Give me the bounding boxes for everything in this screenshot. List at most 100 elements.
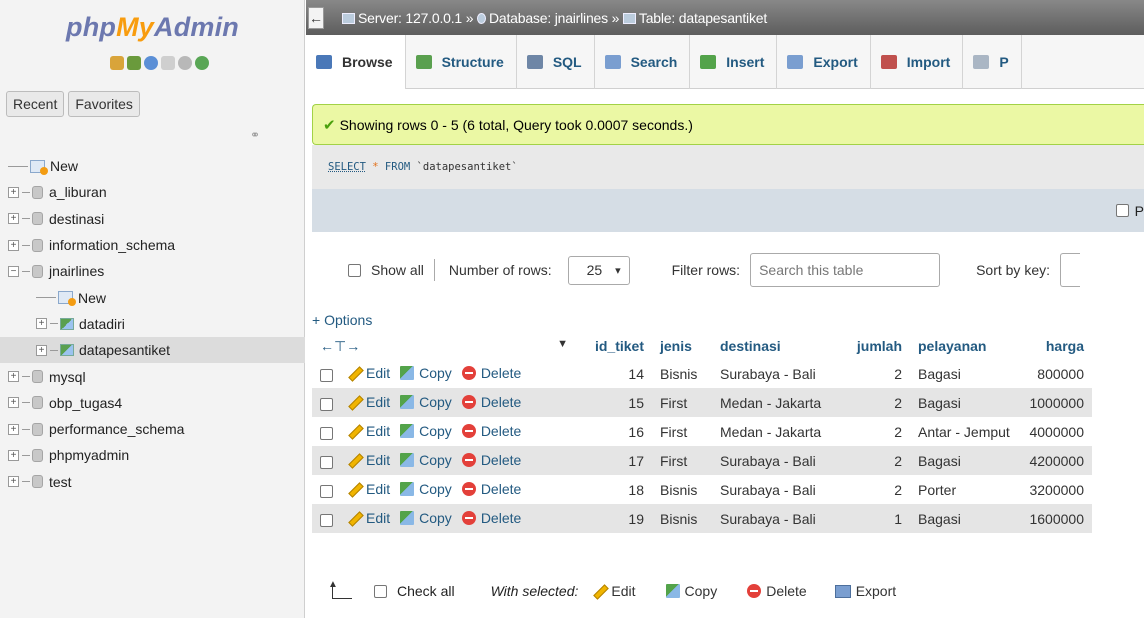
show-all-label[interactable]: Show all — [371, 262, 424, 278]
cell-id-tiket[interactable]: 18 — [576, 475, 652, 504]
expand-icon[interactable]: + — [36, 318, 47, 330]
cell-id-tiket[interactable]: 15 — [576, 388, 652, 417]
collapse-arrow-icon[interactable]: ← — [308, 6, 324, 29]
tree-item[interactable]: New — [0, 284, 305, 310]
check-all-checkbox[interactable] — [374, 584, 387, 598]
reload-icon[interactable] — [195, 56, 209, 70]
cell-id-tiket[interactable]: 16 — [576, 417, 652, 446]
tab-p[interactable]: P — [963, 35, 1022, 89]
row-delete-button[interactable]: Delete — [461, 510, 521, 526]
recent-tab[interactable]: Recent — [6, 91, 65, 117]
tab-export[interactable]: Export — [777, 35, 871, 89]
cell-pelayanan[interactable]: Bagasi — [910, 504, 1020, 533]
column-header-destinasi[interactable]: destinasi — [712, 333, 842, 359]
cell-id-tiket[interactable]: 19 — [576, 504, 652, 533]
cell-pelayanan[interactable]: Bagasi — [910, 388, 1020, 417]
column-header-jenis[interactable]: jenis — [652, 333, 712, 359]
cell-destinasi[interactable]: Surabaya - Bali — [712, 475, 842, 504]
link-icon[interactable]: ⚭ — [250, 128, 260, 142]
tab-search[interactable]: Search — [595, 35, 691, 89]
tree-item[interactable]: + mysql — [0, 363, 305, 389]
row-delete-button[interactable]: Delete — [461, 394, 521, 410]
cell-jenis[interactable]: First — [652, 446, 712, 475]
cell-jenis[interactable]: Bisnis — [652, 504, 712, 533]
column-header-id-tiket[interactable]: id_tiket — [576, 333, 652, 359]
cell-jumlah[interactable]: 2 — [842, 359, 910, 388]
cell-jumlah[interactable]: 2 — [842, 475, 910, 504]
tab-structure[interactable]: Structure — [406, 35, 517, 89]
cell-jumlah[interactable]: 1 — [842, 504, 910, 533]
cell-id-tiket[interactable]: 17 — [576, 446, 652, 475]
logout-icon[interactable] — [127, 56, 141, 70]
tree-item[interactable]: + performance_schema — [0, 416, 305, 442]
collapse-icon[interactable]: − — [8, 265, 19, 277]
row-checkbox[interactable] — [320, 368, 333, 382]
tree-item[interactable]: − jnairlines — [0, 258, 305, 284]
phpmyadmin-logo[interactable]: phpMyAdmin — [0, 12, 305, 43]
tab-sql[interactable]: SQL — [517, 35, 595, 89]
breadcrumb-table[interactable]: Table: datapesantiket — [639, 10, 767, 26]
row-copy-button[interactable]: Copy — [400, 365, 452, 381]
cell-harga[interactable]: 4000000 — [1020, 417, 1092, 446]
cell-destinasi[interactable]: Medan - Jakarta — [712, 388, 842, 417]
row-checkbox[interactable] — [320, 484, 333, 498]
tab-insert[interactable]: Insert — [690, 35, 778, 89]
expand-icon[interactable]: + — [8, 397, 19, 409]
cell-destinasi[interactable]: Surabaya - Bali — [712, 504, 842, 533]
row-edit-button[interactable]: Edit — [345, 481, 390, 497]
row-edit-button[interactable]: Edit — [345, 510, 390, 526]
cell-destinasi[interactable]: Surabaya - Bali — [712, 446, 842, 475]
cell-harga[interactable]: 4200000 — [1020, 446, 1092, 475]
tree-item[interactable]: + a_liburan — [0, 179, 305, 205]
tree-item[interactable]: + information_schema — [0, 232, 305, 258]
tree-item[interactable]: + test — [0, 469, 305, 495]
docs-icon[interactable] — [161, 56, 175, 70]
cell-destinasi[interactable]: Surabaya - Bali — [712, 359, 842, 388]
row-checkbox[interactable] — [320, 397, 333, 411]
expand-icon[interactable]: + — [8, 423, 19, 435]
bulk-edit-button[interactable]: Edit — [590, 583, 635, 599]
row-delete-button[interactable]: Delete — [461, 423, 521, 439]
cell-harga[interactable]: 800000 — [1020, 359, 1092, 388]
row-copy-button[interactable]: Copy — [400, 510, 452, 526]
expand-icon[interactable]: + — [36, 344, 47, 356]
help-icon[interactable] — [144, 56, 158, 70]
rows-select[interactable]: 25 ▾ — [567, 255, 630, 285]
home-icon[interactable] — [110, 56, 124, 70]
tree-item[interactable]: + phpmyadmin — [0, 442, 305, 468]
tree-item[interactable]: New — [0, 153, 305, 179]
row-copy-button[interactable]: Copy — [400, 394, 452, 410]
cell-pelayanan[interactable]: Bagasi — [910, 446, 1020, 475]
row-delete-button[interactable]: Delete — [461, 481, 521, 497]
tree-item[interactable]: + datadiri — [0, 311, 305, 337]
profiling-checkbox[interactable] — [1115, 204, 1129, 217]
cell-pelayanan[interactable]: Antar - Jemput — [910, 417, 1020, 446]
expand-icon[interactable]: + — [8, 186, 19, 198]
settings-icon[interactable] — [178, 56, 192, 70]
row-edit-button[interactable]: Edit — [345, 365, 390, 381]
expand-icon[interactable]: + — [8, 476, 19, 488]
tab-browse[interactable]: Browse — [306, 35, 406, 89]
column-header-harga[interactable]: harga — [1020, 333, 1092, 359]
sql-query-box[interactable]: SELECT * FROM `datapesantiket` — [312, 145, 1144, 189]
cell-id-tiket[interactable]: 14 — [576, 359, 652, 388]
tab-import[interactable]: Import — [871, 35, 964, 89]
cell-jenis[interactable]: Bisnis — [652, 475, 712, 504]
breadcrumb-database[interactable]: Database: jnairlines » — [489, 10, 619, 26]
row-checkbox[interactable] — [320, 426, 333, 440]
favorites-tab[interactable]: Favorites — [68, 91, 140, 117]
row-copy-button[interactable]: Copy — [400, 423, 452, 439]
cell-harga[interactable]: 1600000 — [1020, 504, 1092, 533]
row-edit-button[interactable]: Edit — [345, 423, 390, 439]
breadcrumb-server[interactable]: Server: 127.0.0.1 » — [358, 10, 473, 26]
row-checkbox[interactable] — [320, 513, 333, 527]
column-header-jumlah[interactable]: jumlah — [842, 333, 910, 359]
check-all-label[interactable]: Check all — [397, 583, 455, 599]
cell-jenis[interactable]: First — [652, 417, 712, 446]
options-link[interactable]: + Options — [312, 312, 372, 328]
cell-jumlah[interactable]: 2 — [842, 417, 910, 446]
column-header-pelayanan[interactable]: pelayanan — [910, 333, 1020, 359]
cell-jumlah[interactable]: 2 — [842, 446, 910, 475]
cell-harga[interactable]: 3200000 — [1020, 475, 1092, 504]
bulk-delete-button[interactable]: Delete — [747, 583, 807, 599]
